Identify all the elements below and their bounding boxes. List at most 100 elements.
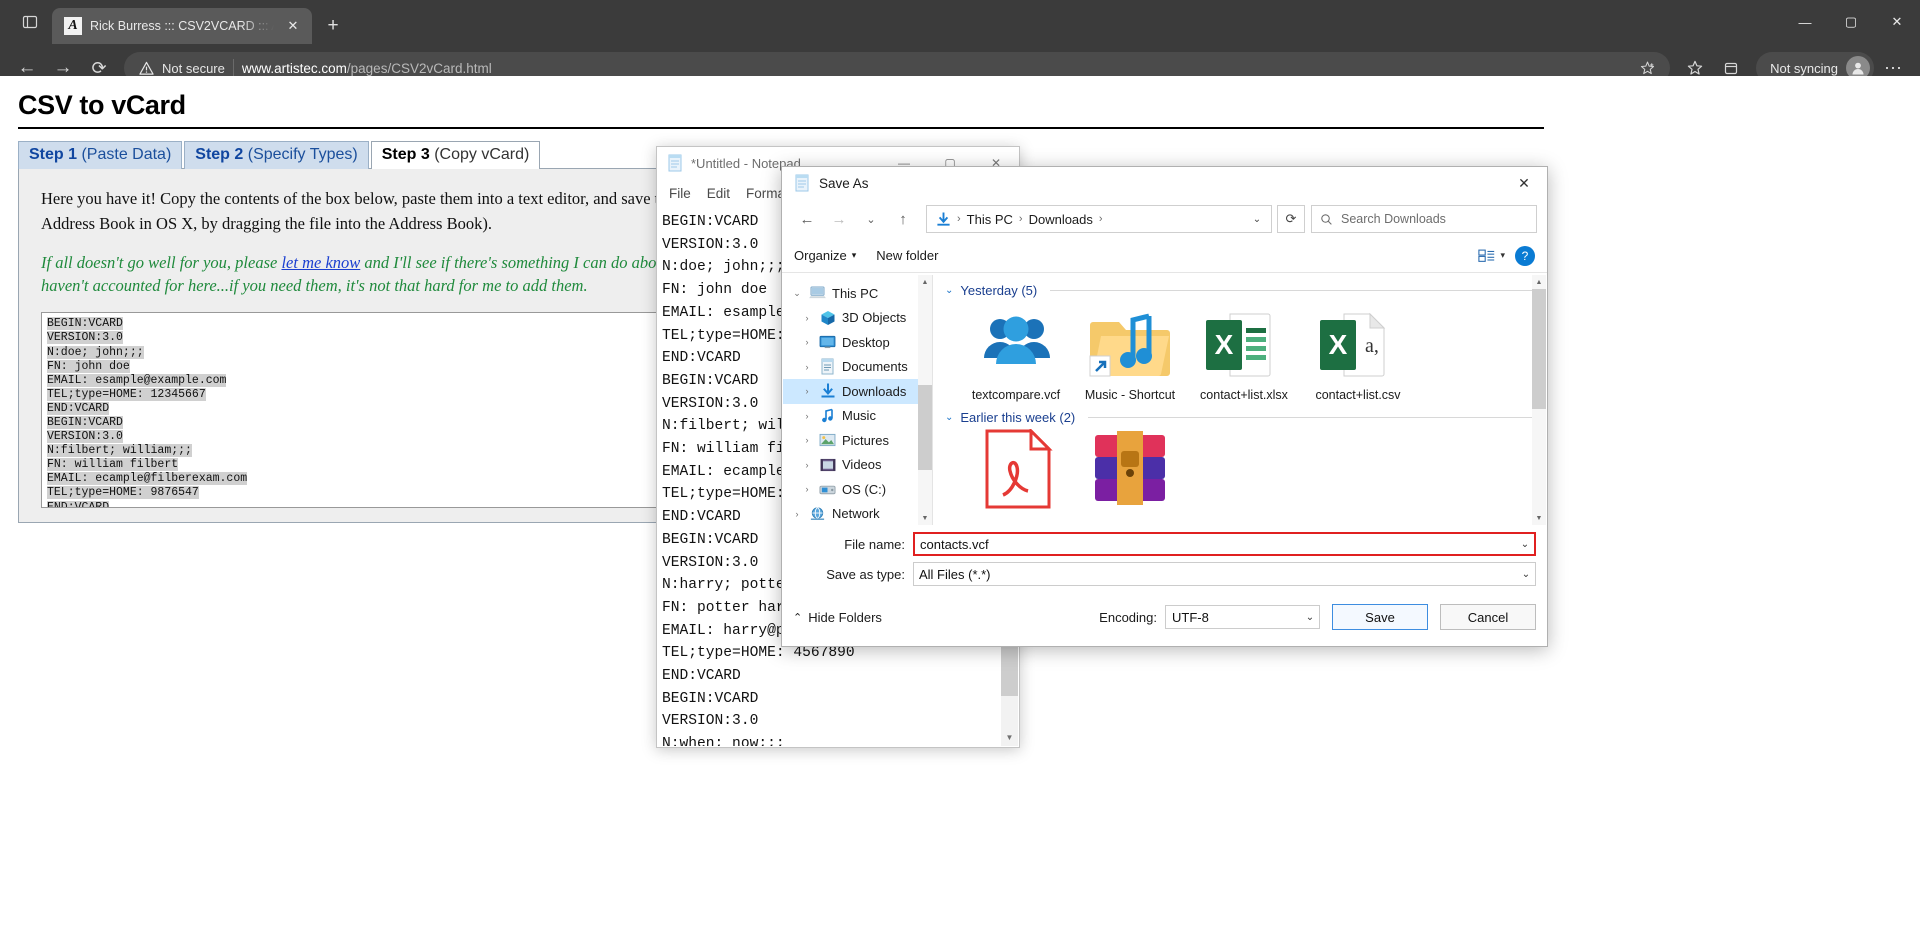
contacts-vcf-icon (977, 306, 1055, 382)
cancel-button[interactable]: Cancel (1440, 604, 1536, 630)
file-tile-row (933, 429, 1546, 515)
view-options-button[interactable]: ▾ (1478, 248, 1505, 263)
nav-recent-locations-icon[interactable]: ⌄ (856, 204, 886, 234)
save-as-commandbar: Organize ▾ New folder ▾ ? (782, 239, 1547, 273)
file-tile[interactable]: Xa, contact+list.csv (1301, 306, 1415, 402)
expand-chevron-icon[interactable]: › (801, 435, 813, 445)
tree-scrollbar[interactable]: ▲ ▼ (918, 275, 932, 525)
file-tile[interactable] (1073, 431, 1187, 515)
minimize-button[interactable]: — (1782, 0, 1828, 44)
nav-up-icon[interactable]: ↑ (888, 204, 918, 234)
save-as-close-icon[interactable]: ✕ (1501, 167, 1547, 199)
tree-scroll-up-icon[interactable]: ▲ (918, 275, 932, 289)
page-title: CSV to vCard (18, 90, 186, 120)
folder-tree[interactable]: ▲ ▼ ⌄ This PC › 3D Objects › Desktop › Document… (783, 275, 933, 525)
breadcrumb[interactable]: › This PC › Downloads › ⌄ (926, 205, 1272, 233)
pdf-icon (973, 429, 1059, 509)
file-group-header[interactable]: ⌄ Yesterday (5) (933, 275, 1546, 302)
tree-item-pictures[interactable]: › Pictures (783, 428, 932, 453)
organize-button[interactable]: Organize ▾ (794, 248, 856, 263)
tab-step-2-strong: Step 2 (195, 146, 244, 163)
group-divider (1088, 417, 1536, 418)
tree-item-os-c[interactable]: › OS (C:) (783, 477, 932, 502)
breadcrumb-item-this-pc[interactable]: This PC (967, 212, 1013, 227)
chevron-down-icon-filename[interactable]: ⌄ (1516, 539, 1534, 550)
close-icon[interactable]: ✕ (282, 15, 304, 37)
let-me-know-link[interactable]: let me know (281, 253, 360, 272)
file-tile[interactable]: Music - Shortcut (1073, 306, 1187, 402)
group-chevron-icon[interactable]: ⌄ (945, 412, 953, 423)
filename-row: File name: ⌄ (783, 531, 1546, 557)
view-layout-icon (1478, 249, 1495, 262)
desktop-icon (819, 334, 836, 351)
breadcrumb-item-downloads[interactable]: Downloads (1029, 212, 1093, 227)
group-chevron-icon[interactable]: ⌄ (945, 285, 953, 296)
filename-field[interactable]: ⌄ (913, 532, 1536, 556)
file-tile[interactable]: textcompare.vcf (959, 306, 1073, 402)
expand-chevron-icon[interactable]: ⌄ (791, 288, 803, 299)
file-list-scrollbar[interactable]: ▲ ▼ (1532, 275, 1546, 525)
expand-chevron-icon[interactable]: › (801, 460, 813, 470)
save-button[interactable]: Save (1332, 604, 1428, 630)
help-icon[interactable]: ? (1515, 245, 1535, 266)
file-list[interactable]: ▲ ▼ ⌄ Yesterday (5) textcompare.vcf Music -… (933, 275, 1546, 525)
downloads-icon (819, 383, 836, 400)
tab-actions-icon[interactable] (8, 0, 52, 44)
files-scroll-down-icon[interactable]: ▼ (1532, 511, 1546, 525)
file-group-header[interactable]: ⌄ Earlier this week (2) (933, 402, 1546, 429)
expand-chevron-icon[interactable]: › (801, 484, 813, 494)
chevron-up-icon: ⌃ (793, 611, 803, 624)
tab-step-3[interactable]: Step 3 (Copy vCard) (370, 141, 541, 169)
tree-item-music[interactable]: › Music (783, 404, 932, 429)
nav-forward-icon[interactable]: → (824, 204, 854, 234)
new-folder-button[interactable]: New folder (876, 248, 938, 263)
filename-input[interactable] (915, 536, 1516, 552)
refresh-icon[interactable]: ⟳ (1277, 205, 1305, 233)
chevron-down-icon-encoding[interactable]: ⌄ (1301, 612, 1319, 623)
expand-chevron-icon[interactable]: › (801, 313, 813, 323)
tree-item-desktop[interactable]: › Desktop (783, 330, 932, 355)
files-scroll-up-icon[interactable]: ▲ (1532, 275, 1546, 289)
filetype-select[interactable]: All Files (*.*) ⌄ (913, 562, 1536, 586)
menu-edit[interactable]: Edit (707, 186, 730, 201)
encoding-select[interactable]: UTF-8 ⌄ (1165, 605, 1320, 629)
expand-chevron-icon[interactable]: › (801, 337, 813, 347)
expand-chevron-icon[interactable]: › (801, 386, 813, 396)
file-tile[interactable]: Xcontact+list.xlsx (1187, 306, 1301, 402)
browser-tab[interactable]: A Rick Burress ::: CSV2VCARD ::: Ar ✕ (52, 8, 312, 44)
tab-step-2-rest: (Specify Types) (247, 146, 358, 163)
chevron-down-icon-filetype[interactable]: ⌄ (1517, 569, 1535, 580)
nav-back-icon[interactable]: ← (792, 204, 822, 234)
svg-text:X: X (1329, 329, 1348, 360)
hide-folders-button[interactable]: ⌃ Hide Folders (793, 610, 882, 625)
notepad-line: END:VCARD (662, 668, 741, 685)
tab-step-1[interactable]: Step 1 (Paste Data) (18, 141, 183, 169)
tree-item-downloads[interactable]: › Downloads (783, 379, 932, 404)
tree-item-this-pc[interactable]: ⌄ This PC (783, 281, 932, 306)
file-tile[interactable] (959, 429, 1073, 515)
tree-scroll-down-icon[interactable]: ▼ (918, 511, 932, 525)
save-as-browser-area: ▲ ▼ ⌄ This PC › 3D Objects › Desktop › Document… (783, 275, 1546, 525)
group-divider (1050, 290, 1536, 291)
expand-chevron-icon[interactable]: › (791, 509, 803, 519)
tree-item-3d-objects[interactable]: › 3D Objects (783, 306, 932, 331)
maximize-button[interactable]: ▢ (1828, 0, 1874, 44)
breadcrumb-caret-icon[interactable]: ⌄ (1247, 214, 1267, 225)
expand-chevron-icon[interactable]: › (801, 362, 813, 372)
close-window-button[interactable]: ✕ (1874, 0, 1920, 44)
menu-file[interactable]: File (669, 186, 691, 201)
tree-item-label: OS (C:) (842, 481, 887, 497)
search-placeholder: Search Downloads (1341, 212, 1446, 226)
save-as-titlebar: Save As ✕ (782, 167, 1547, 199)
tree-scrollbar-thumb[interactable] (918, 385, 932, 470)
new-tab-button[interactable]: + (318, 11, 348, 41)
hide-folders-label: Hide Folders (808, 609, 882, 625)
expand-chevron-icon[interactable]: › (801, 411, 813, 421)
file-list-scrollbar-thumb[interactable] (1532, 289, 1546, 409)
scroll-down-icon[interactable]: ▼ (1001, 729, 1018, 746)
tree-item-network[interactable]: › Network (783, 502, 932, 526)
tree-item-documents[interactable]: › Documents (783, 355, 932, 380)
tree-item-videos[interactable]: › Videos (783, 453, 932, 478)
tab-step-2[interactable]: Step 2 (Specify Types) (184, 141, 369, 169)
search-input[interactable]: Search Downloads (1311, 205, 1537, 233)
